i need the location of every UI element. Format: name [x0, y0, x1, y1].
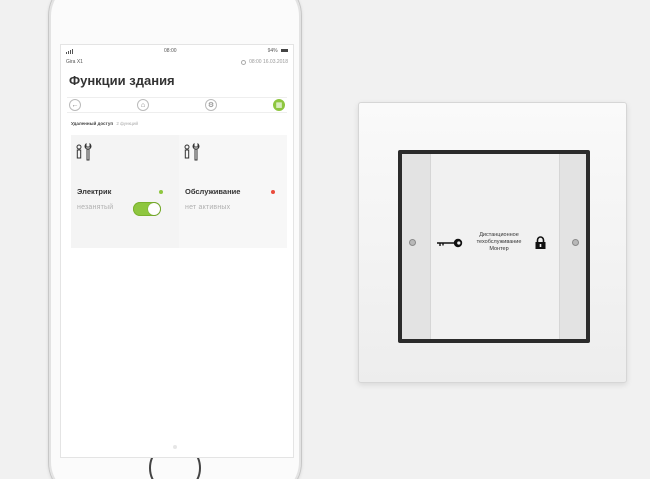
tile-status-electrician: незанятый — [77, 204, 114, 211]
switch-label: Дистанционное техобслуживание Монтер — [464, 232, 534, 253]
gear-icon[interactable]: ⚙ — [205, 99, 217, 111]
datetime-text: 08:00 16.03.2018 — [249, 59, 288, 65]
page-indicator-dot — [173, 445, 177, 449]
datetime: 08:00 16.03.2018 — [241, 59, 288, 65]
toggle-knob — [148, 203, 160, 215]
lock-icon — [535, 236, 546, 249]
function-icon[interactable]: ▦ — [273, 99, 285, 111]
tile-label-electrician: Электрик — [77, 187, 112, 196]
screw-right-icon — [572, 239, 579, 246]
tile-maintenance[interactable]: Обслуживание нет активных — [179, 135, 287, 248]
signal-icon — [66, 48, 73, 54]
battery-indicator: 94% — [268, 48, 288, 54]
status-dot-green — [159, 190, 163, 194]
switch-label-line-1: Дистанционное — [479, 232, 519, 238]
status-bar: 08:00 94% — [61, 45, 293, 57]
section-count: 2 функций — [116, 121, 139, 126]
app-name: Gira X1 — [66, 59, 83, 65]
person-wrench-icon — [184, 142, 200, 161]
tile-electrician[interactable]: Электрик незанятый — [71, 135, 179, 248]
function-tiles: Электрик незанятый Обслуживание нет акти… — [71, 135, 287, 248]
access-toggle[interactable] — [133, 202, 161, 216]
status-time: 08:00 — [164, 48, 177, 54]
rocker-left[interactable] — [402, 154, 430, 339]
person-wrench-icon — [76, 142, 92, 161]
section-header: Удаленный доступ 2 функций — [61, 113, 293, 129]
section-label: Удаленный доступ — [71, 121, 114, 126]
arrow-left-icon[interactable]: ← — [69, 99, 81, 111]
rocker-right[interactable] — [558, 154, 586, 339]
key-icon — [437, 238, 463, 248]
tile-status-maintenance: нет активных — [185, 204, 231, 211]
scene: 08:00 94% Gira X1 08:00 16.03.2018 Функц… — [0, 0, 650, 479]
app-header: Gira X1 08:00 16.03.2018 — [61, 57, 293, 67]
phone-screen: 08:00 94% Gira X1 08:00 16.03.2018 Функц… — [60, 44, 294, 458]
page-title: Функции здания — [69, 73, 175, 88]
battery-percent: 94% — [267, 48, 278, 54]
switch-label-line-3: Монтер — [489, 246, 509, 252]
tile-label-maintenance: Обслуживание — [185, 187, 241, 196]
status-dot-red — [271, 190, 275, 194]
screw-left-icon — [409, 239, 416, 246]
clock-icon — [241, 59, 247, 65]
nav-bar: ← ⌂ ⚙ ▦ — [67, 97, 287, 113]
battery-icon — [280, 49, 288, 53]
switch-label-line-2: техобслуживание — [476, 239, 522, 245]
house-icon[interactable]: ⌂ — [137, 99, 149, 111]
